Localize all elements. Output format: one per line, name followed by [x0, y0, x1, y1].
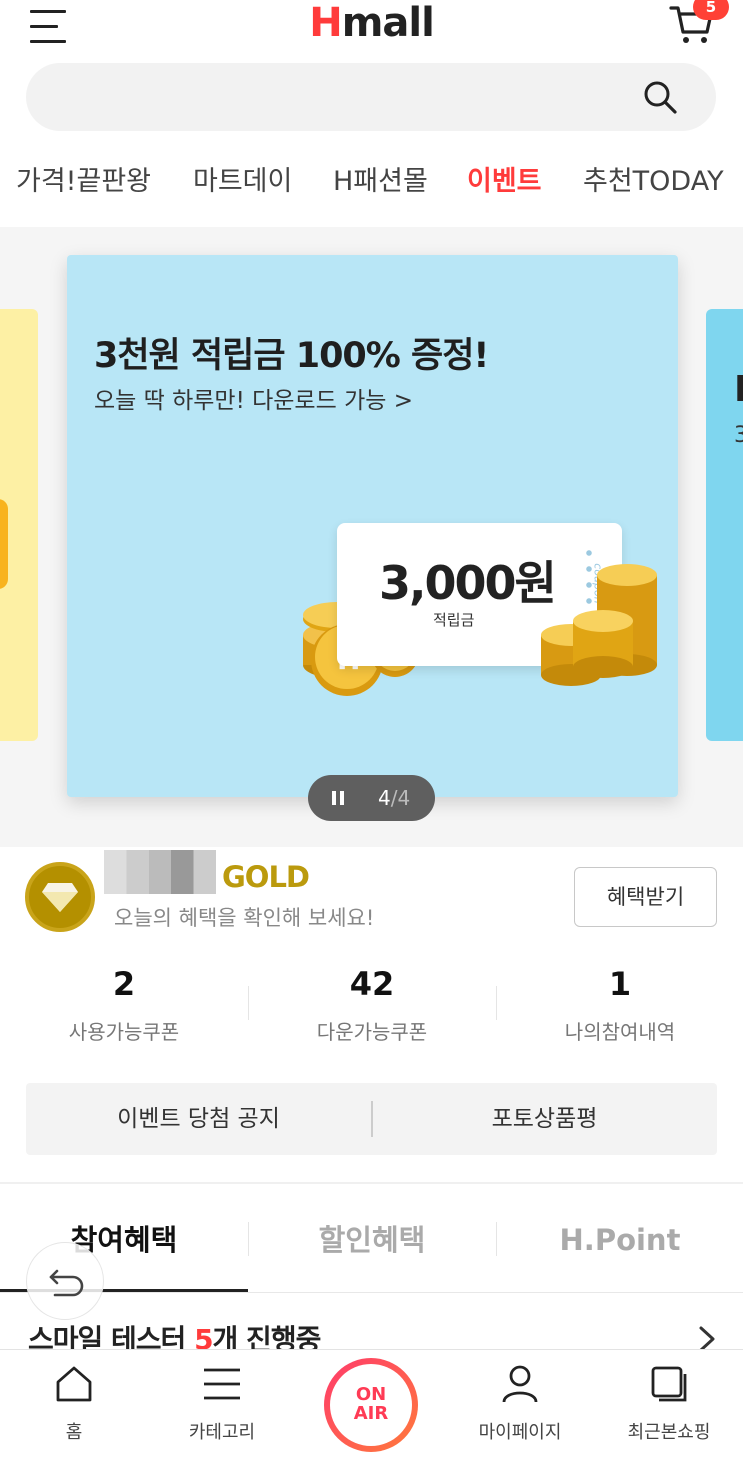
bottom-nav-label: 마이페이지 — [478, 1422, 562, 1443]
stat-downloadable-coupons[interactable]: 42 다운가능쿠폰 — [248, 960, 496, 1045]
tab-baseline — [0, 1292, 743, 1293]
member-subtitle: 오늘의 혜택을 확인해 보세요! — [114, 906, 375, 930]
coupon-label: 적립금 — [433, 611, 475, 629]
search-icon[interactable] — [642, 79, 678, 115]
coupon-amount: 3,000원 — [379, 556, 557, 610]
banner-card-previous[interactable] — [0, 309, 38, 741]
coin-stack-icon — [541, 564, 657, 686]
get-benefit-button[interactable]: 혜택받기 — [574, 867, 717, 927]
nav-tab-fashion[interactable]: H패션몰 — [333, 156, 428, 208]
nav-tab-martday[interactable]: 마트데이 — [193, 156, 292, 208]
event-winner-notice-link[interactable]: 이벤트 당첨 공지 — [26, 1083, 371, 1155]
banner-title: 3천원 적립금 100% 증정! — [94, 336, 489, 376]
cart-count-badge: 5 — [693, 0, 729, 20]
header: Hmall 5 — [0, 0, 743, 50]
stat-label: 나의참여내역 — [564, 1020, 676, 1044]
nav-tab-price[interactable]: 가격!끝판왕 — [16, 156, 151, 208]
member-grade: GOLD — [222, 860, 310, 894]
event-banner-carousel: H 3 3천원 적립금 100% 증정! 오늘 딱 하루만! 다운로드 가능 >… — [0, 227, 743, 847]
top-category-nav: 가격!끝판왕 마트데이 H패션몰 이벤트 추천TODAY — [0, 156, 743, 212]
home-icon — [56, 1366, 92, 1402]
diamond-icon — [42, 883, 78, 912]
nav-tab-today[interactable]: 추천TODAY — [583, 156, 724, 208]
pager-total: /4 — [390, 786, 411, 810]
quick-links: 이벤트 당첨 공지 포토상품평 — [26, 1083, 717, 1155]
banner-subtitle-link[interactable]: 오늘 딱 하루만! 다운로드 가능 > — [94, 381, 413, 415]
stat-value: 2 — [112, 965, 136, 1003]
back-button[interactable] — [26, 1242, 104, 1320]
stat-value: 42 — [349, 965, 395, 1003]
photo-review-link[interactable]: 포토상품평 — [372, 1083, 717, 1155]
pager-counter: 4/4 — [378, 775, 410, 821]
on-air-line1: ON — [355, 1384, 387, 1405]
pager-current: 4 — [378, 786, 391, 810]
stat-usable-coupons[interactable]: 2 사용가능쿠폰 — [0, 960, 248, 1045]
bottom-nav-label: 카테고리 — [188, 1422, 256, 1443]
stat-value: 1 — [608, 965, 632, 1003]
bottom-nav-home[interactable]: 홈 — [0, 1350, 148, 1458]
banner-card-current[interactable]: 3천원 적립금 100% 증정! 오늘 딱 하루만! 다운로드 가능 > H 3… — [67, 255, 678, 797]
grade-avatar — [25, 862, 95, 932]
page: Hmall 5 가격!끝판왕 마트데이 H패션몰 이벤트 추천TODAY 3 3… — [0, 0, 743, 1458]
banner-card-next[interactable]: H 3 — [706, 309, 743, 741]
cart-button[interactable]: 5 — [669, 0, 729, 46]
bottom-nav-label: 홈 — [65, 1422, 83, 1443]
search-bar — [26, 63, 716, 131]
on-air-line2: AIR — [353, 1403, 389, 1424]
tab-discount-benefits[interactable]: 할인혜택 — [248, 1198, 496, 1290]
on-air-button[interactable]: ON AIR — [324, 1358, 418, 1452]
on-air-label: ON AIR — [330, 1364, 412, 1446]
stat-label: 사용가능쿠폰 — [68, 1020, 180, 1044]
stat-label: 다운가능쿠폰 — [316, 1020, 428, 1044]
carousel-pause-button[interactable] — [324, 775, 354, 821]
back-arrow-icon — [49, 1269, 84, 1297]
tab-hpoint[interactable]: H.Point — [496, 1198, 743, 1290]
banner-decoration — [0, 499, 8, 589]
next-card-title: H — [734, 369, 743, 410]
search-input[interactable] — [54, 63, 634, 131]
carousel-pager: 4/4 — [308, 775, 435, 821]
menu-icon — [204, 1368, 240, 1400]
nav-tab-event[interactable]: 이벤트 — [467, 156, 542, 208]
pause-icon — [332, 791, 336, 805]
section-divider — [0, 1182, 743, 1184]
person-icon — [502, 1365, 538, 1403]
bottom-nav-recent[interactable]: 최근본쇼핑 — [595, 1350, 743, 1458]
logo-h: H — [309, 0, 342, 46]
stat-my-participation[interactable]: 1 나의참여내역 — [496, 960, 743, 1045]
recent-icon — [651, 1366, 687, 1402]
logo-text: mall — [341, 0, 435, 46]
hmall-logo[interactable]: Hmall — [0, 0, 743, 46]
next-card-sub: 3 — [734, 423, 743, 448]
bottom-nav-mypage[interactable]: 마이페이지 — [446, 1350, 594, 1458]
bottom-nav-category[interactable]: 카테고리 — [148, 1350, 296, 1458]
username-blurred — [104, 850, 216, 894]
pause-icon — [340, 791, 344, 805]
bottom-nav-label: 최근본쇼핑 — [627, 1422, 711, 1443]
